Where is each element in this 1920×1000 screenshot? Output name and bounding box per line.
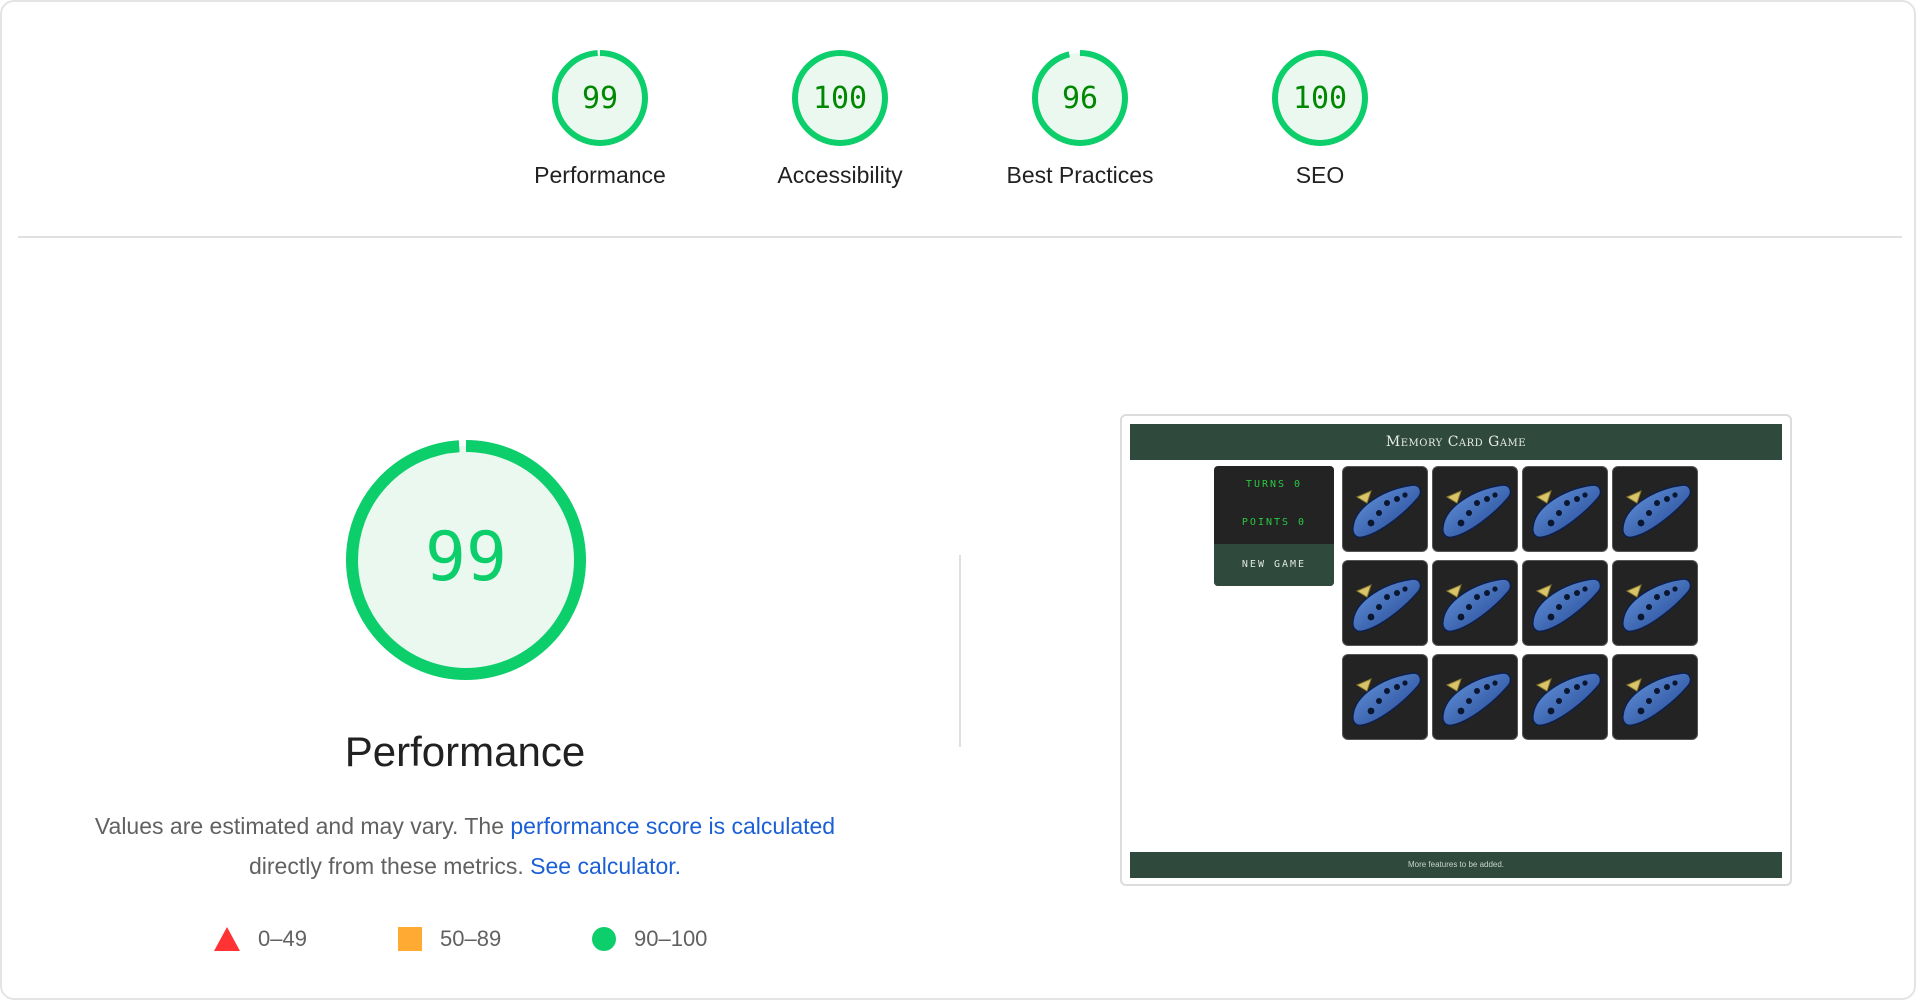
- memory-card: [1432, 466, 1518, 552]
- memory-card: [1522, 654, 1608, 740]
- card-grid: [1342, 466, 1702, 746]
- performance-score: 99: [425, 518, 507, 597]
- memory-card: [1612, 560, 1698, 646]
- performance-description: Values are estimated and may vary. The p…: [60, 806, 870, 886]
- memory-card: [1522, 560, 1608, 646]
- ocarina-icon: [1532, 484, 1602, 539]
- legend-item-pass: 90–100: [592, 926, 707, 952]
- legend-range: 90–100: [634, 926, 708, 951]
- ocarina-icon: [1442, 484, 1512, 539]
- gauge-score: 100: [1293, 81, 1347, 116]
- ocarina-icon: [1622, 672, 1692, 727]
- game-footer: More features to be added.: [1130, 852, 1782, 878]
- points-counter: POINTS 0: [1241, 517, 1307, 528]
- memory-card: [1342, 560, 1428, 646]
- game-header: Memory Card Game: [1130, 424, 1782, 460]
- gauge-label: Best Practices: [1006, 162, 1154, 188]
- turns-counter: TURNS 0: [1245, 479, 1303, 490]
- ocarina-icon: [1442, 672, 1512, 727]
- gauge-ring: 99: [552, 50, 648, 146]
- gauge-label: Accessibility: [777, 162, 903, 188]
- gauge-label: SEO: [1295, 162, 1345, 188]
- memory-card: [1432, 654, 1518, 740]
- triangle-icon: [214, 927, 240, 951]
- ocarina-icon: [1352, 672, 1422, 727]
- square-icon: [398, 927, 422, 951]
- legend-item-average: 50–89: [398, 926, 501, 952]
- gauge-label: Performance: [534, 162, 666, 188]
- ocarina-icon: [1442, 578, 1512, 633]
- desc-text: Values are estimated and may vary. The: [94, 813, 511, 839]
- gauge-ring: 100: [792, 50, 888, 146]
- legend-range: 50–89: [440, 926, 502, 951]
- score-calculated-link[interactable]: performance score is calculated: [510, 813, 835, 839]
- desc-text: directly from these metrics.: [248, 853, 524, 879]
- circle-icon: [592, 927, 616, 951]
- gauge-score: 96: [1062, 81, 1098, 116]
- final-screenshot[interactable]: Memory Card Game TURNS 0 POINTS 0 NEW GA…: [1120, 414, 1792, 886]
- gauge-performance[interactable]: 99 Performance: [500, 48, 700, 189]
- gauge-ring: 100: [1272, 50, 1368, 146]
- memory-card: [1342, 654, 1428, 740]
- ocarina-icon: [1352, 484, 1422, 539]
- game-stats-panel: TURNS 0 POINTS 0 NEW GAME: [1214, 466, 1334, 586]
- see-calculator-link[interactable]: See calculator.: [530, 853, 681, 879]
- vertical-divider: [959, 555, 961, 747]
- gauge-accessibility[interactable]: 100 Accessibility: [740, 48, 940, 189]
- performance-title: Performance: [344, 728, 586, 775]
- legend-item-fail: 0–49: [214, 926, 307, 952]
- category-gauges: 99 Performance 100 Accessibility 96 Best…: [0, 48, 1920, 208]
- ocarina-icon: [1532, 672, 1602, 727]
- memory-card: [1612, 654, 1698, 740]
- ocarina-icon: [1622, 578, 1692, 633]
- score-legend: 0–49 50–89 90–100: [0, 926, 900, 956]
- performance-gauge-large: 99: [346, 440, 586, 680]
- gauge-ring: 96: [1032, 50, 1128, 146]
- legend-range: 0–49: [258, 926, 307, 951]
- gauge-seo[interactable]: 100 SEO: [1220, 48, 1420, 189]
- memory-card: [1522, 466, 1608, 552]
- gauge-score: 100: [813, 81, 867, 116]
- memory-card: [1432, 560, 1518, 646]
- gauge-best-practices[interactable]: 96 Best Practices: [980, 48, 1180, 189]
- ocarina-icon: [1352, 578, 1422, 633]
- new-game-button: NEW GAME: [1214, 544, 1334, 586]
- gauge-score: 99: [582, 81, 618, 116]
- ocarina-icon: [1622, 484, 1692, 539]
- section-divider: [18, 236, 1902, 238]
- ocarina-icon: [1532, 578, 1602, 633]
- memory-card: [1342, 466, 1428, 552]
- memory-card: [1612, 466, 1698, 552]
